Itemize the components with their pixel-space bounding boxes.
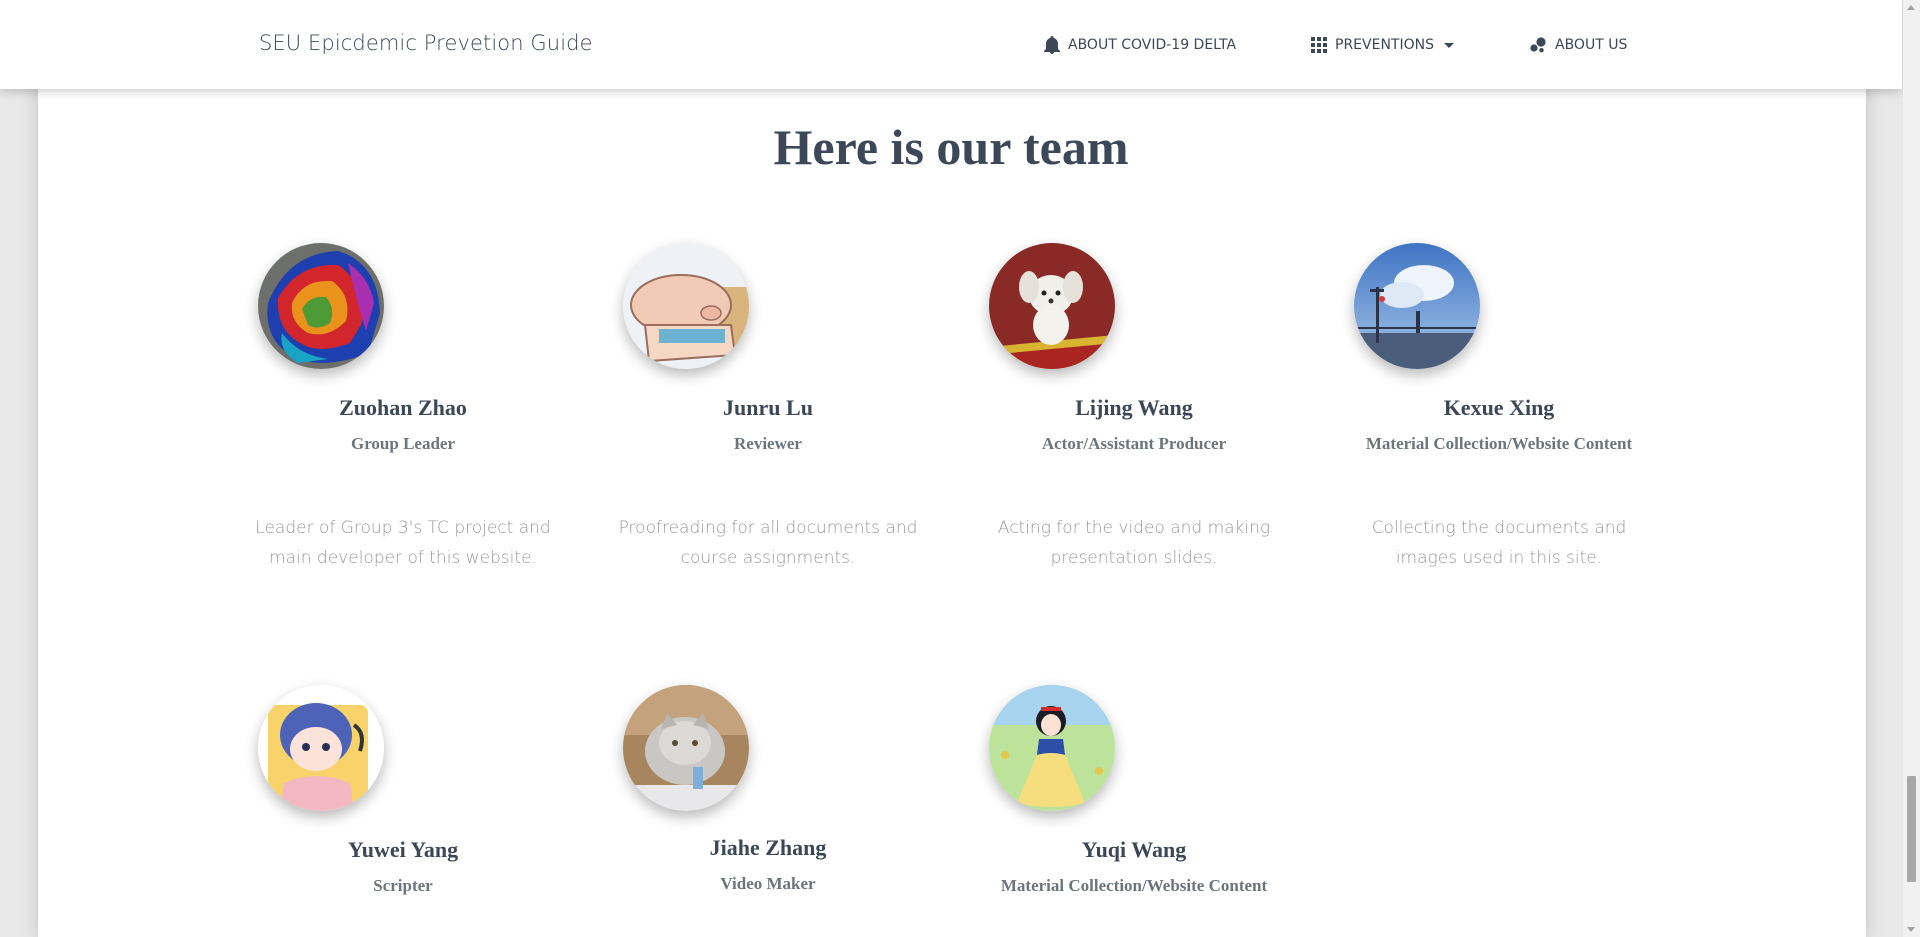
member-description-line: course assignments. xyxy=(680,548,856,568)
member-description: Proofreading for all documents and cours… xyxy=(585,513,951,573)
nav-about-covid-label: ABOUT COVID-19 DELTA xyxy=(1068,37,1237,53)
member-name: Yuwei Yang xyxy=(347,837,459,862)
member-description-line: main developer of this website. xyxy=(269,548,537,568)
chevron-down-icon xyxy=(1443,42,1454,48)
bell-icon xyxy=(1044,36,1060,54)
member-description: Acting for the video and making presenta… xyxy=(951,513,1317,573)
scroll-up-arrow-icon[interactable] xyxy=(1907,5,1915,10)
member-role: Group Leader xyxy=(350,434,456,453)
nav-preventions-dropdown[interactable]: PREVENTIONS xyxy=(1311,35,1454,55)
member-description-line: presentation slides. xyxy=(1050,548,1218,568)
abstract-painting-avatar xyxy=(258,243,384,369)
member-description: Collecting the documents and images used… xyxy=(1316,513,1682,573)
member-role: Actor/Assistant Producer xyxy=(1041,434,1227,453)
white-dog-avatar xyxy=(989,243,1115,369)
scroll-down-arrow-icon[interactable] xyxy=(1907,927,1915,932)
brand-title[interactable]: SEU Epicdemic Prevetion Guide xyxy=(259,31,593,55)
nav-about-us[interactable]: ABOUT US xyxy=(1530,35,1627,55)
section-title: Here is our team xyxy=(773,119,1129,175)
top-navbar: SEU Epicdemic Prevetion Guide ABOUT COVI… xyxy=(0,0,1902,89)
bubble-chart-icon xyxy=(1530,37,1546,53)
member-role: Material Collection/Website Content xyxy=(1000,876,1268,895)
grid-icon xyxy=(1311,37,1327,53)
member-role: Reviewer xyxy=(734,434,802,453)
nav-about-us-label: ABOUT US xyxy=(1555,37,1628,53)
princess-avatar xyxy=(989,685,1115,811)
member-role: Video Maker xyxy=(720,874,816,893)
member-name: Jiahe Zhang xyxy=(709,835,827,860)
member-description-line: images used in this site. xyxy=(1395,548,1603,568)
member-description-line: Acting for the video and making xyxy=(997,518,1271,538)
pig-avatar xyxy=(623,243,749,369)
vertical-scrollbar[interactable] xyxy=(1903,0,1920,937)
member-name: Lijing Wang xyxy=(1075,395,1193,420)
nav-about-covid[interactable]: ABOUT COVID-19 DELTA xyxy=(1044,35,1236,55)
member-role: Material Collection/Website Content xyxy=(1365,434,1633,453)
member-name: Kexue Xing xyxy=(1443,395,1555,420)
member-description-line: Proofreading for all documents and xyxy=(618,518,918,538)
cat-avatar xyxy=(623,685,749,811)
member-name: Zuohan Zhao xyxy=(339,395,467,420)
member-description: Leader of Group 3's TC project and main … xyxy=(220,513,586,573)
member-name: Junru Lu xyxy=(723,395,813,420)
nav-preventions-label: PREVENTIONS xyxy=(1335,37,1434,53)
member-description-line: Collecting the documents and xyxy=(1371,518,1627,538)
member-description-line: Leader of Group 3's TC project and xyxy=(255,518,551,538)
member-role: Scripter xyxy=(373,876,433,895)
member-name: Yuqi Wang xyxy=(1081,837,1187,862)
scrollbar-thumb[interactable] xyxy=(1907,776,1916,882)
sky-scene-avatar xyxy=(1354,243,1480,369)
anime-girl-avatar xyxy=(258,685,384,811)
